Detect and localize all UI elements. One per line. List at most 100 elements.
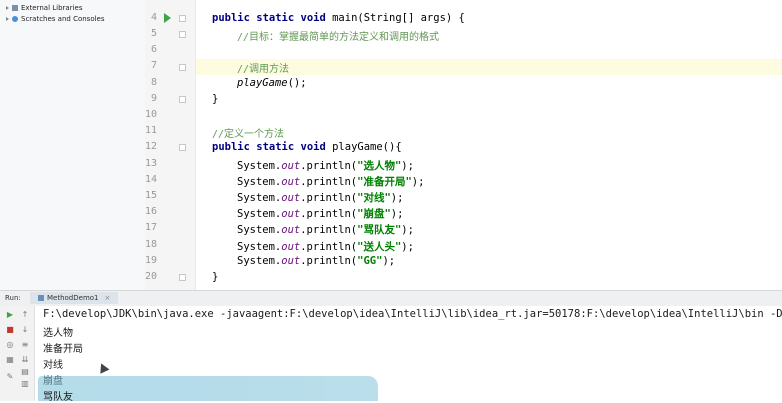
code-brace[interactable]: } <box>212 93 218 105</box>
scroll-up-icon[interactable]: ↑ <box>20 310 30 320</box>
string-literal: "送人头" <box>357 241 402 253</box>
scroll-to-end-icon[interactable]: ⇊ <box>20 355 30 365</box>
code-println[interactable]: System.out.println("送人头"); <box>237 239 414 254</box>
code-text: .println( <box>300 176 358 188</box>
line-number: 18 <box>144 239 157 250</box>
line-number: 8 <box>150 77 157 88</box>
keyword: public static void <box>212 12 333 24</box>
code-text: main(String[] args) { <box>332 12 465 24</box>
run-toolbar: Run: MethodDemo1 × <box>0 290 782 307</box>
code-println[interactable]: System.out.println("GG"); <box>237 255 395 267</box>
fold-marker-icon[interactable] <box>179 144 186 151</box>
code-text: System. <box>237 192 282 204</box>
line-number: 9 <box>150 93 157 104</box>
console-line: 准备开局 <box>43 344 83 355</box>
line-number: 13 <box>144 158 157 169</box>
stop-icon[interactable]: ■ <box>5 325 15 335</box>
class-icon <box>38 295 44 301</box>
console-command: F:\develop\JDK\bin\java.exe -javaagent:F… <box>43 308 782 320</box>
code-text: playGame(){ <box>332 141 402 153</box>
line-number: 6 <box>150 44 157 55</box>
line-number: 4 <box>150 12 157 23</box>
fold-marker-icon[interactable] <box>179 96 186 103</box>
string-literal: "GG" <box>357 255 383 267</box>
camera-icon[interactable]: ◎ <box>5 340 15 350</box>
code-println[interactable]: System.out.println("骂队友"); <box>237 222 414 237</box>
code-text: System. <box>237 208 282 220</box>
line-number: 15 <box>144 190 157 201</box>
string-literal: "骂队友" <box>357 224 402 236</box>
fold-marker-icon[interactable] <box>179 274 186 281</box>
code-println[interactable]: System.out.println("对线"); <box>237 190 403 205</box>
code-text: ); <box>382 255 396 267</box>
expand-arrow-icon[interactable] <box>6 6 9 10</box>
string-literal: "崩盘" <box>357 208 391 220</box>
code-comment[interactable]: //调用方法 <box>237 60 289 75</box>
code-line-playgame[interactable]: public static void playGame(){ <box>212 141 402 153</box>
code-text: .println( <box>300 208 358 220</box>
code-line-call[interactable]: playGame(); <box>237 77 307 89</box>
code-text: ); <box>401 224 414 236</box>
code-println[interactable]: System.out.println("崩盘"); <box>237 206 403 221</box>
code-text: System. <box>237 255 282 267</box>
fold-marker-icon[interactable] <box>179 64 186 71</box>
string-literal: "选人物" <box>357 160 402 172</box>
field-out: out <box>281 208 301 220</box>
string-literal: "对线" <box>357 192 391 204</box>
line-number: 11 <box>144 125 157 136</box>
code-text: .println( <box>300 192 358 204</box>
run-gutter-icon[interactable] <box>164 13 171 23</box>
code-text: ); <box>401 241 414 253</box>
code-brace[interactable]: } <box>212 271 218 283</box>
run-side-toolbar: ▶ ↑ ■ ↓ ◎ ≡ ▦ ⇊ ✎ ▤ ▥ <box>0 306 35 401</box>
code-println[interactable]: System.out.println("准备开局"); <box>237 174 424 189</box>
tree-item-scratches[interactable]: Scratches and Consoles <box>6 15 105 23</box>
code-text: ); <box>411 176 425 188</box>
pin-icon[interactable]: ✎ <box>5 372 15 382</box>
print-icon[interactable]: ▤ <box>20 367 30 377</box>
layout-icon[interactable]: ▦ <box>5 355 15 365</box>
run-label: Run: <box>5 294 21 302</box>
field-out: out <box>281 192 301 204</box>
field-out: out <box>281 224 301 236</box>
code-text: (); <box>287 77 307 89</box>
rerun-icon[interactable]: ▶ <box>5 310 15 320</box>
keyword: public static void <box>212 141 333 153</box>
fold-marker-icon[interactable] <box>179 15 186 22</box>
tree-item-external-libraries[interactable]: External Libraries <box>6 4 83 12</box>
fold-marker-icon[interactable] <box>179 31 186 38</box>
expand-arrow-icon[interactable] <box>6 17 9 21</box>
scroll-down-icon[interactable]: ↓ <box>20 325 30 335</box>
field-out: out <box>281 255 301 267</box>
line-number: 16 <box>144 206 157 217</box>
line-number: 12 <box>144 141 157 152</box>
code-text: ); <box>401 160 414 172</box>
soft-wrap-icon[interactable]: ≡ <box>20 340 30 350</box>
line-number: 14 <box>144 174 157 185</box>
code-text: .println( <box>300 255 358 267</box>
scratches-icon <box>12 16 18 22</box>
code-comment[interactable]: //目标：掌握最简单的方法定义和调用的格式 <box>237 28 439 43</box>
run-tab-label: MethodDemo1 <box>47 294 99 302</box>
code-text: .println( <box>300 241 358 253</box>
code-text: .println( <box>300 224 358 236</box>
field-out: out <box>281 241 301 253</box>
code-text: System. <box>237 241 282 253</box>
code-comment[interactable]: //定义一个方法 <box>212 125 284 140</box>
tree-item-label: External Libraries <box>21 4 83 12</box>
line-number: 7 <box>150 60 157 71</box>
highlight-overlay <box>38 376 378 401</box>
run-tab-methoddemo1[interactable]: MethodDemo1 × <box>30 292 119 304</box>
close-icon[interactable]: × <box>105 294 111 302</box>
code-println[interactable]: System.out.println("选人物"); <box>237 158 414 173</box>
code-line-main[interactable]: public static void main(String[] args) { <box>212 12 465 24</box>
code-text: .println( <box>300 160 358 172</box>
code-text: ); <box>390 208 404 220</box>
console-line: 对线 <box>43 360 63 371</box>
line-number: 17 <box>144 222 157 233</box>
field-out: out <box>281 160 301 172</box>
trash-icon[interactable]: ▥ <box>20 379 30 389</box>
console-line: 选人物 <box>43 328 73 339</box>
code-text: ); <box>390 192 404 204</box>
line-number: 20 <box>144 271 157 282</box>
